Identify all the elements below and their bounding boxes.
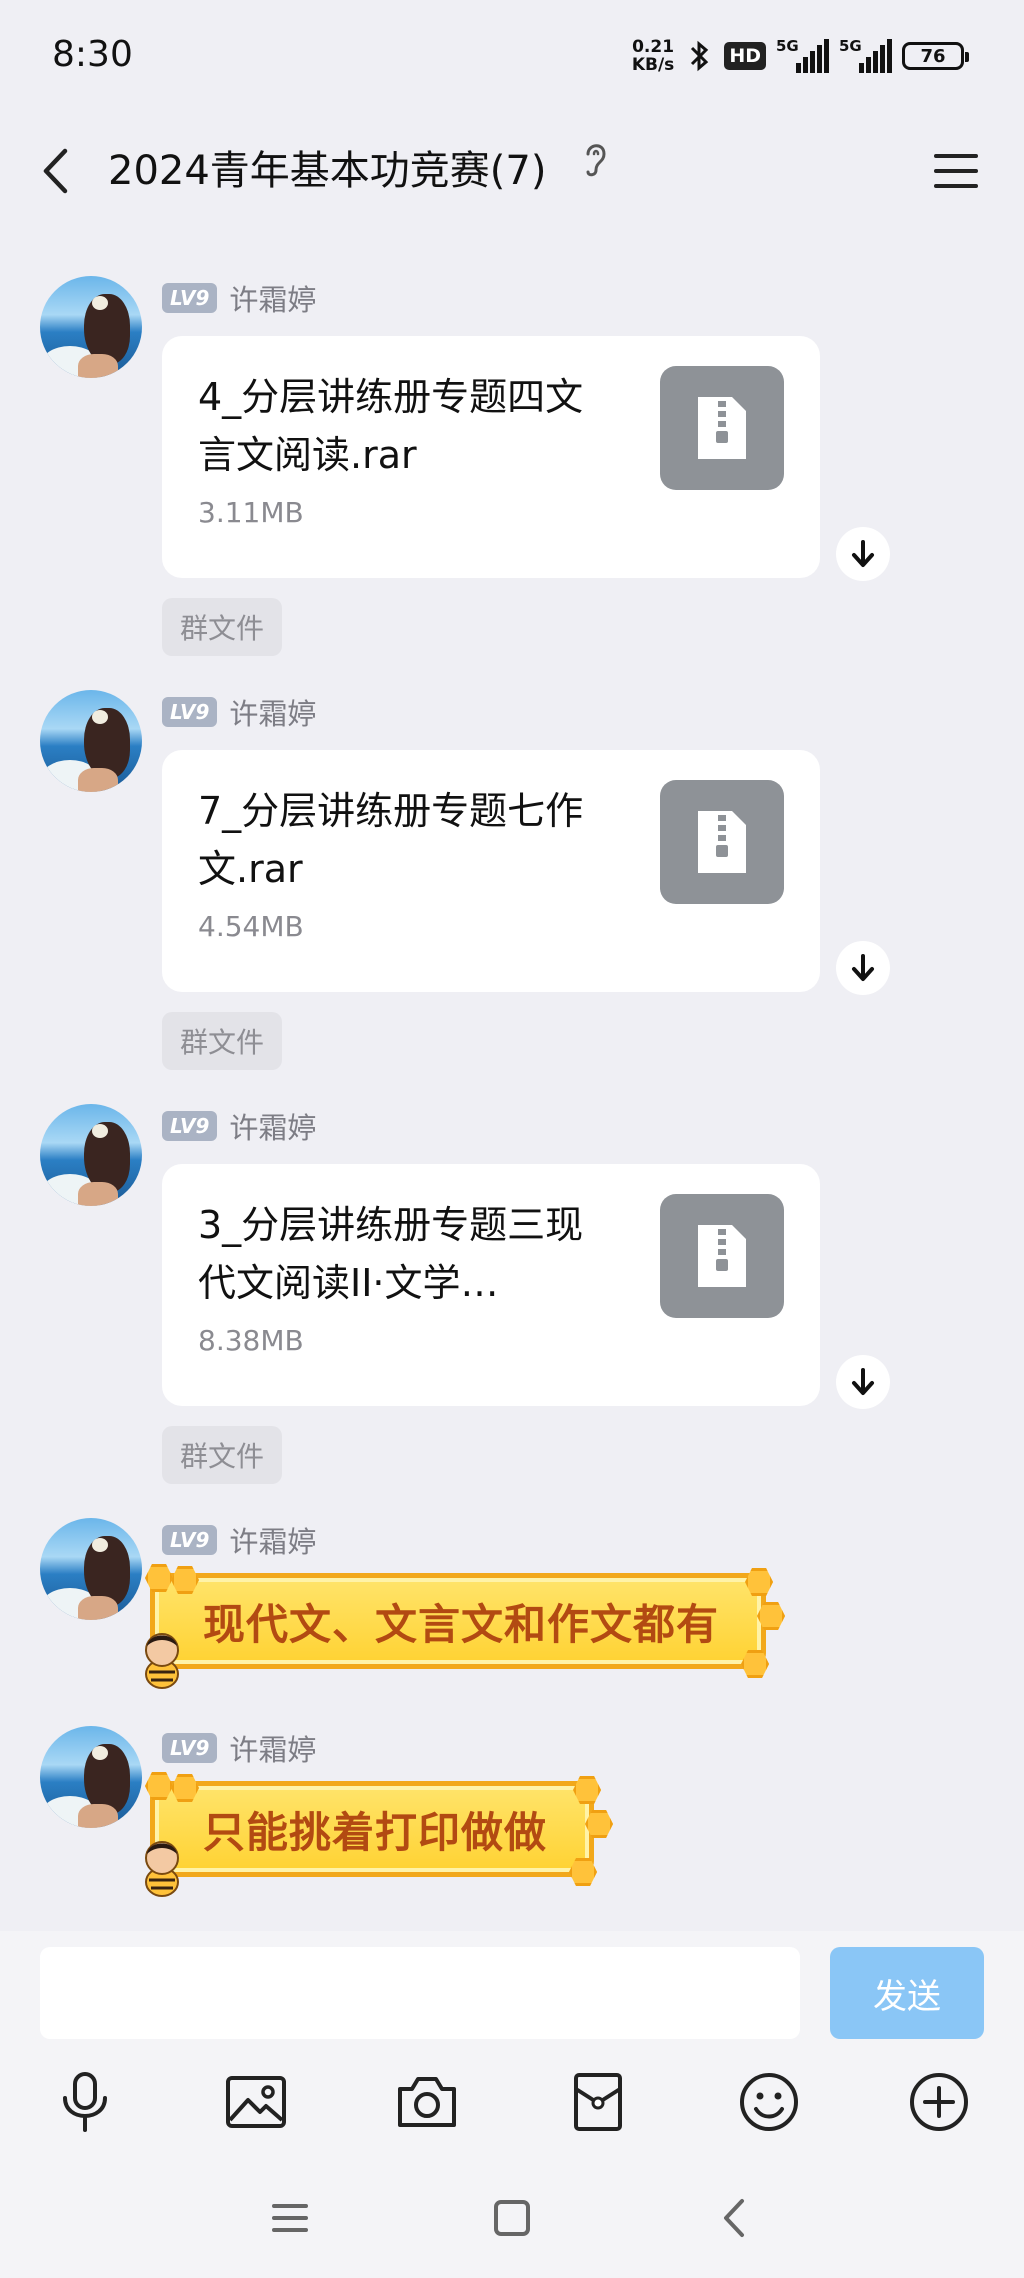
avatar[interactable] <box>40 690 142 792</box>
level-badge: LV9 <box>162 1733 218 1763</box>
emoji-icon <box>740 2073 798 2131</box>
file-name: 4_分层讲练册专题四文言文阅读.rar <box>198 375 584 477</box>
sender-name[interactable]: 许霜婷 <box>229 1727 316 1769</box>
network-speed: 0.21 KB/s <box>632 38 674 74</box>
honey-bubble-frame: 只能挑着打印做做 <box>145 1772 614 1897</box>
sender-name[interactable]: 许霜婷 <box>229 1105 316 1147</box>
back-button[interactable] <box>30 136 80 206</box>
file-size: 4.54MB <box>198 910 304 943</box>
square-icon <box>494 2200 530 2236</box>
level-badge: LV9 <box>162 283 218 313</box>
level-badge: LV9 <box>162 1111 218 1141</box>
level-badge: LV9 <box>162 1525 218 1555</box>
avatar[interactable] <box>40 1518 142 1620</box>
recent-apps-button[interactable] <box>260 2191 320 2245</box>
sim1-network-label: 5G <box>776 37 799 55</box>
message-list[interactable]: LV9 许霜婷 4_分层讲练册专题四文言文阅读.rar 3.11MB 群文件 L… <box>0 226 1024 1931</box>
message-input[interactable] <box>40 1947 800 2039</box>
system-back-button[interactable] <box>704 2191 764 2245</box>
download-button[interactable] <box>836 941 890 995</box>
gallery-button[interactable] <box>221 2067 291 2137</box>
zip-file-icon <box>660 780 784 904</box>
status-icons: 0.21 KB/s HD 5G 5G 76 <box>632 36 969 76</box>
bee-avatar-icon <box>145 1633 179 1689</box>
arrow-down-icon <box>852 1368 874 1395</box>
sender-row: LV9 许霜婷 <box>162 1105 316 1147</box>
status-time: 8:30 <box>52 34 133 75</box>
honey-bubble-frame: 现代文、文言文和作文都有 <box>145 1564 786 1689</box>
file-message-card[interactable]: 4_分层讲练册专题四文言文阅读.rar 3.11MB <box>162 336 820 578</box>
ear-icon[interactable] <box>582 138 610 178</box>
message-text: 只能挑着打印做做 <box>203 1807 548 1857</box>
home-button[interactable] <box>482 2191 542 2245</box>
input-toolbar <box>0 2047 1024 2157</box>
chevron-left-icon <box>724 2199 744 2237</box>
plus-icon <box>910 2073 968 2131</box>
message-text: 现代文、文言文和作文都有 <box>203 1599 720 1649</box>
camera-button[interactable] <box>392 2067 462 2137</box>
sender-row: LV9 许霜婷 <box>162 277 316 319</box>
file-size: 8.38MB <box>198 1324 304 1357</box>
signal-icon: 5G <box>839 37 892 73</box>
camera-icon <box>398 2077 456 2127</box>
menu-icon <box>272 2204 308 2232</box>
status-bar: 8:30 0.21 KB/s HD 5G 5G 76 <box>0 0 1024 116</box>
sender-name[interactable]: 许霜婷 <box>229 277 316 319</box>
download-button[interactable] <box>836 1355 890 1409</box>
sender-row: LV9 许霜婷 <box>162 1519 316 1561</box>
group-file-tag[interactable]: 群文件 <box>162 1426 283 1484</box>
sender-name[interactable]: 许霜婷 <box>229 1519 316 1561</box>
sim2-network-label: 5G <box>839 37 862 55</box>
avatar[interactable] <box>40 1104 142 1206</box>
chevron-left-icon <box>43 148 68 194</box>
arrow-down-icon <box>852 954 874 981</box>
text-bubble[interactable]: 只能挑着打印做做 <box>145 1772 614 1897</box>
battery-icon: 76 <box>902 42 969 70</box>
menu-icon <box>934 154 978 158</box>
battery-level: 76 <box>920 45 946 67</box>
group-title[interactable]: 2024青年基本功竞赛(7) <box>108 136 546 206</box>
voice-button[interactable] <box>50 2067 120 2137</box>
file-message-card[interactable]: 7_分层讲练册专题七作文.rar 4.54MB <box>162 750 820 992</box>
image-icon <box>226 2076 286 2128</box>
file-name: 3_分层讲练册专题三现代文阅读II·文学… <box>198 1203 584 1305</box>
menu-button[interactable] <box>934 144 978 198</box>
sender-name[interactable]: 许霜婷 <box>229 691 316 733</box>
bee-avatar-icon <box>145 1841 179 1897</box>
signal-icon: 5G <box>776 37 829 73</box>
zip-file-icon <box>660 366 784 490</box>
red-packet-button[interactable] <box>563 2067 633 2137</box>
download-button[interactable] <box>836 527 890 581</box>
arrow-down-icon <box>852 540 874 567</box>
avatar[interactable] <box>40 276 142 378</box>
group-file-tag[interactable]: 群文件 <box>162 1012 283 1070</box>
more-button[interactable] <box>904 2067 974 2137</box>
sender-row: LV9 许霜婷 <box>162 1727 316 1769</box>
text-bubble[interactable]: 现代文、文言文和作文都有 <box>145 1564 786 1689</box>
file-name: 7_分层讲练册专题七作文.rar <box>198 789 584 891</box>
chat-header: 2024青年基本功竞赛(7) <box>0 116 1024 226</box>
send-button[interactable]: 发送 <box>830 1947 984 2039</box>
network-speed-value: 0.21 <box>632 37 675 57</box>
group-file-tag[interactable]: 群文件 <box>162 598 283 656</box>
bluetooth-icon <box>691 40 709 72</box>
input-bar: 发送 <box>0 1931 1024 2047</box>
file-size: 3.11MB <box>198 496 304 529</box>
hd-voice-badge: HD <box>724 42 766 70</box>
level-badge: LV9 <box>162 697 218 727</box>
sender-row: LV9 许霜婷 <box>162 691 316 733</box>
network-speed-unit: KB/s <box>631 55 675 75</box>
microphone-icon <box>63 2072 107 2132</box>
system-nav-bar <box>0 2157 1024 2278</box>
zip-file-icon <box>660 1194 784 1318</box>
avatar[interactable] <box>40 1726 142 1828</box>
emoji-button[interactable] <box>734 2067 804 2137</box>
file-message-card[interactable]: 3_分层讲练册专题三现代文阅读II·文学… 8.38MB <box>162 1164 820 1406</box>
red-packet-icon <box>574 2073 622 2131</box>
